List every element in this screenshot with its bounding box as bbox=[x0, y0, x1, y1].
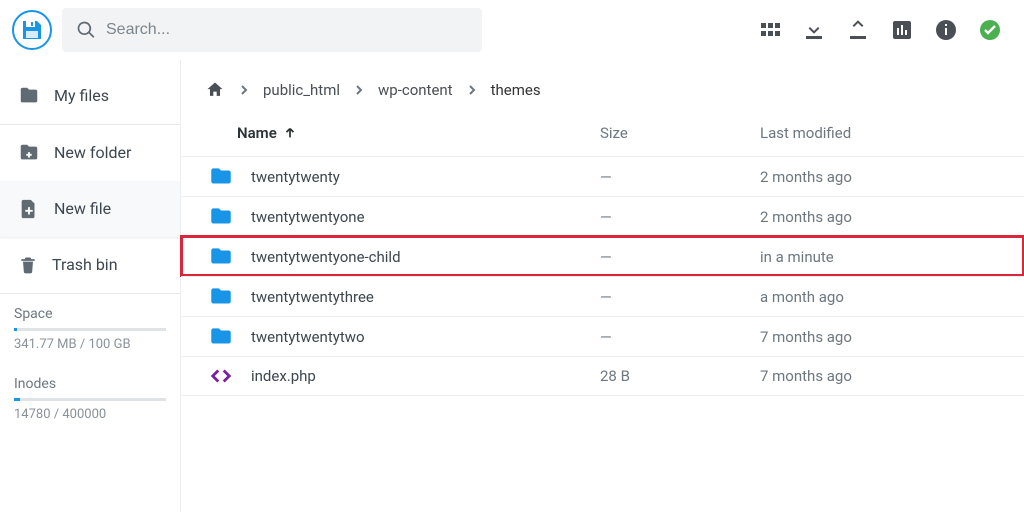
chevron-right-icon bbox=[467, 85, 477, 95]
folder-icon bbox=[208, 284, 234, 310]
inodes-progress bbox=[14, 398, 166, 401]
upload-icon[interactable] bbox=[846, 18, 870, 42]
toolbar bbox=[758, 18, 1012, 42]
row-icon bbox=[193, 164, 249, 190]
trash-icon bbox=[18, 254, 38, 276]
app-logo[interactable] bbox=[12, 10, 52, 50]
topbar bbox=[0, 0, 1024, 60]
sidebar-item-trash-bin[interactable]: Trash bin bbox=[0, 237, 180, 293]
grid-view-icon[interactable] bbox=[758, 18, 782, 42]
folder-icon bbox=[208, 244, 234, 270]
row-name: twentytwentythree bbox=[249, 288, 600, 306]
space-label: Space bbox=[14, 306, 166, 322]
breadcrumb-item[interactable]: themes bbox=[491, 81, 541, 99]
sidebar: My files New folder New file Trash bin S… bbox=[0, 60, 180, 512]
space-detail: 341.77 MB / 100 GB bbox=[14, 337, 166, 352]
row-name: twentytwentytwo bbox=[249, 328, 600, 346]
file-list: twentytwenty—2 months agotwentytwentyone… bbox=[181, 156, 1024, 396]
sidebar-item-new-folder[interactable]: New folder bbox=[0, 125, 180, 181]
sidebar-inodes: Inodes 14780 / 400000 bbox=[0, 364, 180, 434]
row-icon bbox=[193, 244, 249, 270]
row-name: twentytwenty bbox=[249, 168, 600, 186]
row-modified: 7 months ago bbox=[760, 328, 1000, 346]
folder-icon bbox=[208, 204, 234, 230]
table-header: Name Size Last modified bbox=[181, 110, 1024, 156]
row-name: twentytwentyone-child bbox=[249, 248, 600, 266]
row-name: twentytwentyone bbox=[249, 208, 600, 226]
column-name[interactable]: Name bbox=[193, 124, 600, 142]
row-name: index.php bbox=[249, 367, 600, 385]
sort-up-icon bbox=[283, 126, 297, 140]
download-icon[interactable] bbox=[802, 18, 826, 42]
search-input-wrap[interactable] bbox=[62, 8, 482, 52]
folder-icon bbox=[18, 85, 40, 107]
table-row[interactable]: index.php28 B7 months ago bbox=[181, 356, 1024, 396]
row-icon bbox=[193, 204, 249, 230]
row-modified: in a minute bbox=[760, 248, 1000, 266]
row-modified: a month ago bbox=[760, 288, 1000, 306]
breadcrumb: public_html wp-content themes bbox=[181, 60, 1024, 110]
inodes-detail: 14780 / 400000 bbox=[14, 407, 166, 422]
column-size[interactable]: Size bbox=[600, 124, 760, 142]
check-icon[interactable] bbox=[978, 18, 1002, 42]
chevron-right-icon bbox=[239, 85, 249, 95]
breadcrumb-item[interactable]: public_html bbox=[263, 81, 340, 99]
file-plus-icon bbox=[18, 198, 40, 220]
chevron-right-icon bbox=[354, 85, 364, 95]
search-icon bbox=[76, 20, 96, 40]
sidebar-item-label: Trash bin bbox=[52, 255, 118, 274]
table-row[interactable]: twentytwentyone—2 months ago bbox=[181, 196, 1024, 236]
row-size: 28 B bbox=[600, 367, 760, 385]
sidebar-space: Space 341.77 MB / 100 GB bbox=[0, 294, 180, 364]
home-icon[interactable] bbox=[205, 80, 225, 100]
main-panel: public_html wp-content themes Name Size … bbox=[180, 60, 1024, 512]
sidebar-item-my-files[interactable]: My files bbox=[0, 68, 180, 124]
breadcrumb-item[interactable]: wp-content bbox=[378, 81, 453, 99]
row-size: — bbox=[600, 248, 760, 266]
inodes-label: Inodes bbox=[14, 376, 166, 392]
row-icon bbox=[193, 284, 249, 310]
folder-icon bbox=[208, 324, 234, 350]
row-size: — bbox=[600, 288, 760, 306]
row-modified: 2 months ago bbox=[760, 208, 1000, 226]
info-icon[interactable] bbox=[934, 18, 958, 42]
row-icon bbox=[193, 365, 249, 387]
table-row[interactable]: twentytwentyone-child—in a minute bbox=[181, 236, 1024, 276]
sidebar-item-new-file[interactable]: New file bbox=[0, 181, 180, 237]
row-modified: 2 months ago bbox=[760, 168, 1000, 186]
sidebar-item-label: My files bbox=[54, 86, 109, 105]
code-icon bbox=[210, 365, 232, 387]
folder-icon bbox=[208, 164, 234, 190]
table-row[interactable]: twentytwentytwo—7 months ago bbox=[181, 316, 1024, 356]
row-modified: 7 months ago bbox=[760, 367, 1000, 385]
row-size: — bbox=[600, 208, 760, 226]
row-size: — bbox=[600, 168, 760, 186]
sidebar-item-label: New folder bbox=[54, 143, 131, 162]
folder-plus-icon bbox=[18, 142, 40, 164]
stats-icon[interactable] bbox=[890, 18, 914, 42]
sidebar-item-label: New file bbox=[54, 199, 111, 218]
column-modified[interactable]: Last modified bbox=[760, 124, 1000, 142]
table-row[interactable]: twentytwenty—2 months ago bbox=[181, 156, 1024, 196]
search-input[interactable] bbox=[106, 21, 468, 39]
space-progress bbox=[14, 328, 166, 331]
table-row[interactable]: twentytwentythree—a month ago bbox=[181, 276, 1024, 316]
row-size: — bbox=[600, 328, 760, 346]
row-icon bbox=[193, 324, 249, 350]
disk-icon bbox=[20, 18, 44, 42]
